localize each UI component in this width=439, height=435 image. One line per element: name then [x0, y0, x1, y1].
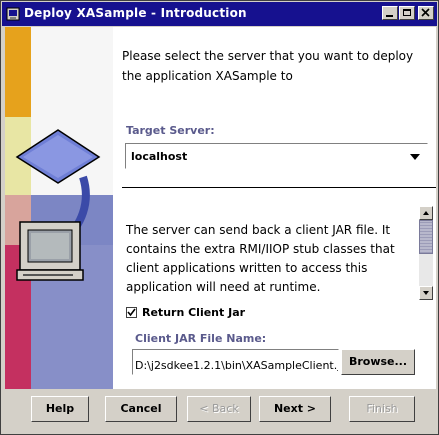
client-jar-description: The server can send back a client JAR fi… [126, 221, 416, 297]
description-scrollbar[interactable] [419, 206, 433, 300]
app-icon [6, 7, 20, 21]
wizard-side-graphic [5, 27, 113, 389]
scroll-thumb[interactable] [419, 220, 433, 254]
arrow-down-icon [423, 291, 429, 295]
help-button[interactable]: Help [31, 396, 89, 422]
title-bar[interactable]: Deploy XASample - Introduction [2, 2, 437, 26]
description-line-3: client applications written to access th… [126, 261, 368, 275]
target-server-label: Target Server: [126, 124, 215, 137]
cancel-button[interactable]: Cancel [105, 396, 177, 422]
target-server-select[interactable]: localhost [125, 143, 428, 169]
arrow-up-icon [423, 211, 429, 215]
window-title: Deploy XASample - Introduction [24, 6, 247, 20]
scroll-down-button[interactable] [419, 286, 433, 300]
close-button[interactable] [418, 6, 434, 20]
description-line-1: The server can send back a client JAR fi… [126, 223, 391, 237]
back-button[interactable]: < Back [187, 396, 251, 422]
section-divider [122, 187, 436, 189]
chevron-down-icon[interactable] [410, 154, 420, 160]
maximize-button[interactable] [399, 6, 415, 20]
wizard-content: Please select the server that you want t… [5, 27, 436, 389]
minimize-button[interactable] [382, 6, 398, 20]
client-jar-field[interactable] [132, 349, 339, 375]
minimize-icon [386, 15, 393, 17]
target-server-value: localhost [131, 150, 188, 163]
intro-line-2: the application XASample to [122, 69, 293, 83]
return-client-jar-checkbox[interactable] [126, 307, 137, 318]
client-jar-label: Client JAR File Name: [135, 332, 267, 345]
next-button[interactable]: Next > [259, 396, 331, 422]
scroll-up-button[interactable] [419, 206, 433, 220]
checkmark-icon [127, 308, 136, 317]
intro-line-1: Please select the server that you want t… [122, 49, 414, 63]
browse-button[interactable]: Browse... [341, 349, 415, 375]
close-icon [421, 8, 430, 17]
return-client-jar-label[interactable]: Return Client Jar [142, 306, 245, 319]
finish-button[interactable]: Finish [349, 396, 415, 422]
description-line-2: contains the extra RMI/IIOP stub classes… [126, 242, 395, 256]
deploy-dialog: Deploy XASample - Introduction Please se… [0, 0, 439, 435]
description-line-4: application will need at runtime. [126, 280, 321, 294]
maximize-icon [403, 9, 411, 16]
